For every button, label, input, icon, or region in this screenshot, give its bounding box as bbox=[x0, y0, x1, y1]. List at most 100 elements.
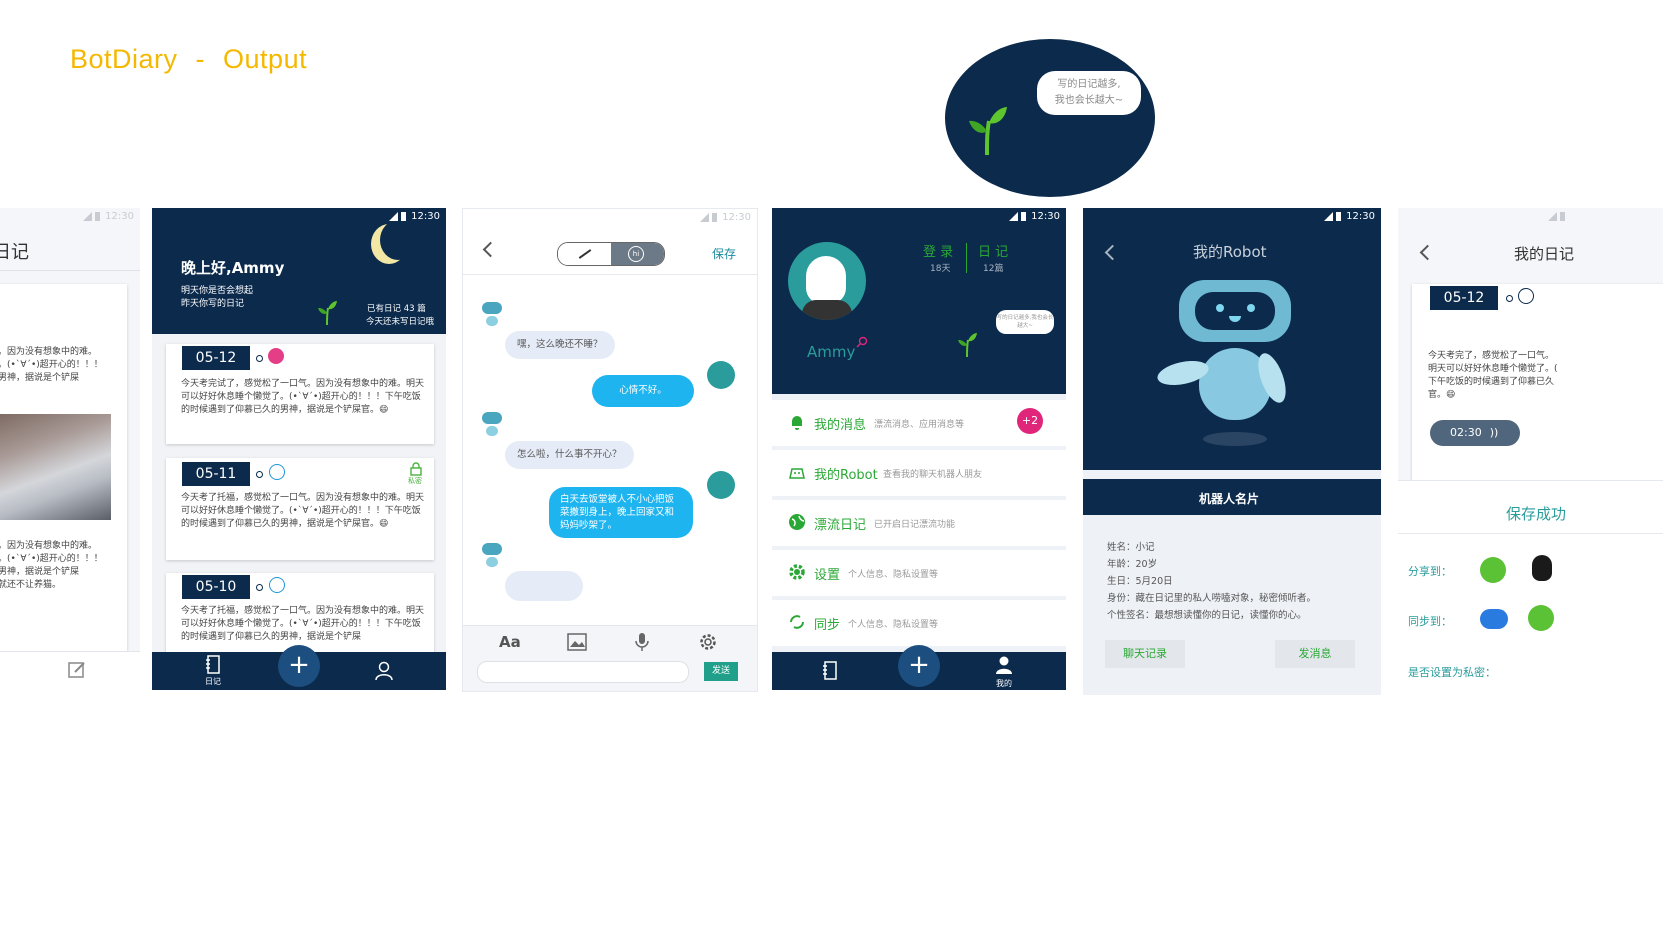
greeting-sub2: 昨天你写的日记 bbox=[181, 299, 245, 309]
diary-label: 日 记 bbox=[978, 245, 1009, 260]
pen-mode-icon[interactable] bbox=[558, 243, 611, 265]
chat-history-button[interactable]: 聊天记录 bbox=[1105, 640, 1185, 668]
robot-avatar-icon bbox=[480, 543, 504, 569]
greeting: 晚上好,Ammy bbox=[181, 259, 285, 277]
profile-tab-icon[interactable] bbox=[994, 655, 1014, 675]
section-name: Output bbox=[223, 44, 308, 74]
user-message: 白天去饭堂被人不小心把饭菜撒到身上，晚上回家又和妈妈吵架了。 bbox=[549, 487, 693, 538]
microphone-icon[interactable] bbox=[635, 632, 649, 652]
mode-toggle[interactable]: hi bbox=[557, 242, 665, 266]
robot-card-title: 机器人名片 bbox=[1199, 492, 1260, 506]
save-button[interactable]: 保存 bbox=[712, 245, 736, 262]
mood-smile-icon bbox=[269, 464, 285, 480]
menu-drift-diary[interactable]: 漂流日记 已开启日记漂流功能 bbox=[772, 500, 1066, 550]
menu-my-robot[interactable]: 我的Robot 查看我的聊天机器人朋友 bbox=[772, 450, 1066, 500]
globe-icon bbox=[789, 514, 805, 530]
status-bar: 12:30 bbox=[700, 212, 751, 223]
sprout-icon bbox=[958, 333, 977, 358]
status-bar: 12:30 bbox=[1324, 211, 1375, 222]
login-days: 18天 bbox=[930, 264, 951, 274]
entry-date: 05-11 bbox=[182, 462, 250, 486]
add-diary-button[interactable]: + bbox=[898, 645, 940, 687]
qq-icon[interactable] bbox=[1532, 555, 1552, 581]
screen-home: 12:30 晚上好,Ammy 明天你是否会想起 昨天你写的日记 已有日记 43 … bbox=[152, 208, 446, 690]
entry-text: 今天考完试了，感觉松了一口气。因为没有想象中的难。明天可以好好休息睡个懒觉了。(… bbox=[181, 379, 425, 415]
robot-avatar-icon bbox=[480, 412, 504, 438]
bell-icon bbox=[792, 416, 802, 430]
user-avatar bbox=[707, 471, 735, 499]
tab-me-label[interactable]: 我的 bbox=[996, 678, 1012, 689]
tip-bubble: 写的日记越多,我也会长越大~ bbox=[996, 310, 1054, 334]
menu-sync[interactable]: 同步 个人信息、隐私设置等 bbox=[772, 600, 1066, 650]
page-title: BotDiary - Output bbox=[70, 44, 325, 75]
diary-photo bbox=[0, 414, 111, 520]
profile-tab-icon[interactable] bbox=[374, 661, 394, 681]
send-message-button[interactable]: 发消息 bbox=[1275, 640, 1355, 668]
mood-smile-icon bbox=[269, 577, 285, 593]
entry-date: 05-12 bbox=[1430, 286, 1498, 310]
sound-wave-icon: )) bbox=[1489, 426, 1499, 439]
hi-mode-icon[interactable]: hi bbox=[611, 243, 664, 265]
back-icon[interactable] bbox=[1419, 244, 1436, 261]
bot-message: 嘿，这么晚还不睡？ bbox=[505, 331, 615, 359]
moon-icon bbox=[380, 220, 416, 260]
title-dash: - bbox=[195, 44, 206, 74]
login-label: 登 录 bbox=[923, 245, 954, 260]
wechat-icon[interactable] bbox=[1480, 557, 1506, 583]
profile-avatar[interactable] bbox=[788, 242, 866, 320]
diary-card[interactable]: 05-11 私密 今天考了托福，感觉松了一口气。因为没有想象中的难。明天可以好好… bbox=[166, 458, 434, 560]
bot-message: 怎么啦，什么事不开心？ bbox=[505, 441, 634, 469]
message-input[interactable] bbox=[477, 661, 689, 683]
edit-icon[interactable] bbox=[67, 660, 87, 680]
diary-count: 12篇 bbox=[983, 264, 1004, 274]
add-diary-button[interactable]: + bbox=[278, 645, 320, 687]
save-panel: 保存成功 分享到： 同步到： 是否设置为私密： bbox=[1398, 480, 1663, 695]
audio-player[interactable]: 02:30)) bbox=[1430, 420, 1520, 446]
sync-icon bbox=[790, 615, 804, 629]
status-bar bbox=[1548, 211, 1570, 222]
greeting-sub1: 明天你是否会想起 bbox=[181, 286, 254, 296]
bot-typing-bubble bbox=[505, 571, 583, 601]
user-message: 心情不好。 bbox=[592, 375, 694, 407]
robot-info: 姓名：小记 年龄：20岁 生日：5月20日 身份：藏在日记里的私人唠嗑对象，秘密… bbox=[1107, 542, 1317, 621]
diary-tab-icon[interactable] bbox=[822, 661, 838, 681]
promo-oval: 写的日记越多, 我也会长越大~ bbox=[945, 39, 1155, 197]
evernote-icon[interactable] bbox=[1528, 605, 1554, 631]
lock-icon bbox=[410, 462, 422, 476]
private-setting-label: 是否设置为私密： bbox=[1408, 666, 1496, 679]
tab-diary-label[interactable]: 日记 bbox=[205, 676, 221, 687]
mood-smile-icon bbox=[1518, 288, 1534, 304]
sync-label: 同步到： bbox=[1408, 615, 1452, 628]
diary-page: 05-12 今天考完了，感觉松了一口气。 明天可以好好休息睡个懒觉了。( 下午吃… bbox=[1412, 284, 1663, 494]
diary-page: 了。因为没有想象中的难。 气。(•`∀´•)超开心的！！！ 的男神，据说是个铲屎… bbox=[0, 284, 127, 654]
menu-my-messages[interactable]: 我的消息 漂流消息、应用消息等 +2 bbox=[772, 400, 1066, 450]
send-button[interactable]: 发送 bbox=[704, 662, 738, 681]
status-bar: 12:30 bbox=[1009, 211, 1060, 222]
app-name: BotDiary bbox=[70, 44, 178, 74]
stat-count: 已有日记 43 篇 bbox=[367, 304, 426, 314]
entry-date: 05-12 bbox=[182, 346, 250, 370]
user-avatar bbox=[707, 361, 735, 389]
profile-name: Ammy bbox=[807, 343, 856, 361]
sprout-icon bbox=[318, 301, 337, 326]
search-icon[interactable] bbox=[856, 336, 868, 348]
back-icon[interactable] bbox=[482, 241, 499, 258]
private-label: 私密 bbox=[408, 477, 422, 485]
menu-settings[interactable]: 设置 个人信息、隐私设置等 bbox=[772, 550, 1066, 600]
screen1-title: 日记 bbox=[0, 242, 29, 263]
image-icon[interactable] bbox=[567, 633, 587, 651]
cloud-sync-icon[interactable] bbox=[1480, 609, 1508, 629]
screen-chat: 12:30 hi 保存 嘿，这么晚还不睡？ 心情不好。 怎么啦，什么事不开心？ … bbox=[462, 208, 758, 692]
entry-date: 05-10 bbox=[182, 575, 250, 599]
diary-tab-icon[interactable] bbox=[205, 655, 221, 675]
status-bar: 12:30 bbox=[83, 211, 134, 222]
diary-card[interactable]: 05-12 今天考完试了，感觉松了一口气。因为没有想象中的难。明天可以好好休息睡… bbox=[166, 344, 434, 444]
settings-gear-icon[interactable] bbox=[698, 632, 718, 652]
unread-badge: +2 bbox=[1017, 408, 1043, 434]
screen-save-success: 我的日记 05-12 今天考完了，感觉松了一口气。 明天可以好好休息睡个懒觉了。… bbox=[1398, 208, 1663, 695]
share-label: 分享到： bbox=[1408, 565, 1452, 578]
mood-happy-icon bbox=[268, 348, 284, 364]
font-button[interactable]: Aa bbox=[499, 633, 521, 651]
promo-speech-bubble: 写的日记越多, 我也会长越大~ bbox=[1037, 71, 1141, 115]
robot-page-title: 我的Robot bbox=[1193, 243, 1267, 261]
